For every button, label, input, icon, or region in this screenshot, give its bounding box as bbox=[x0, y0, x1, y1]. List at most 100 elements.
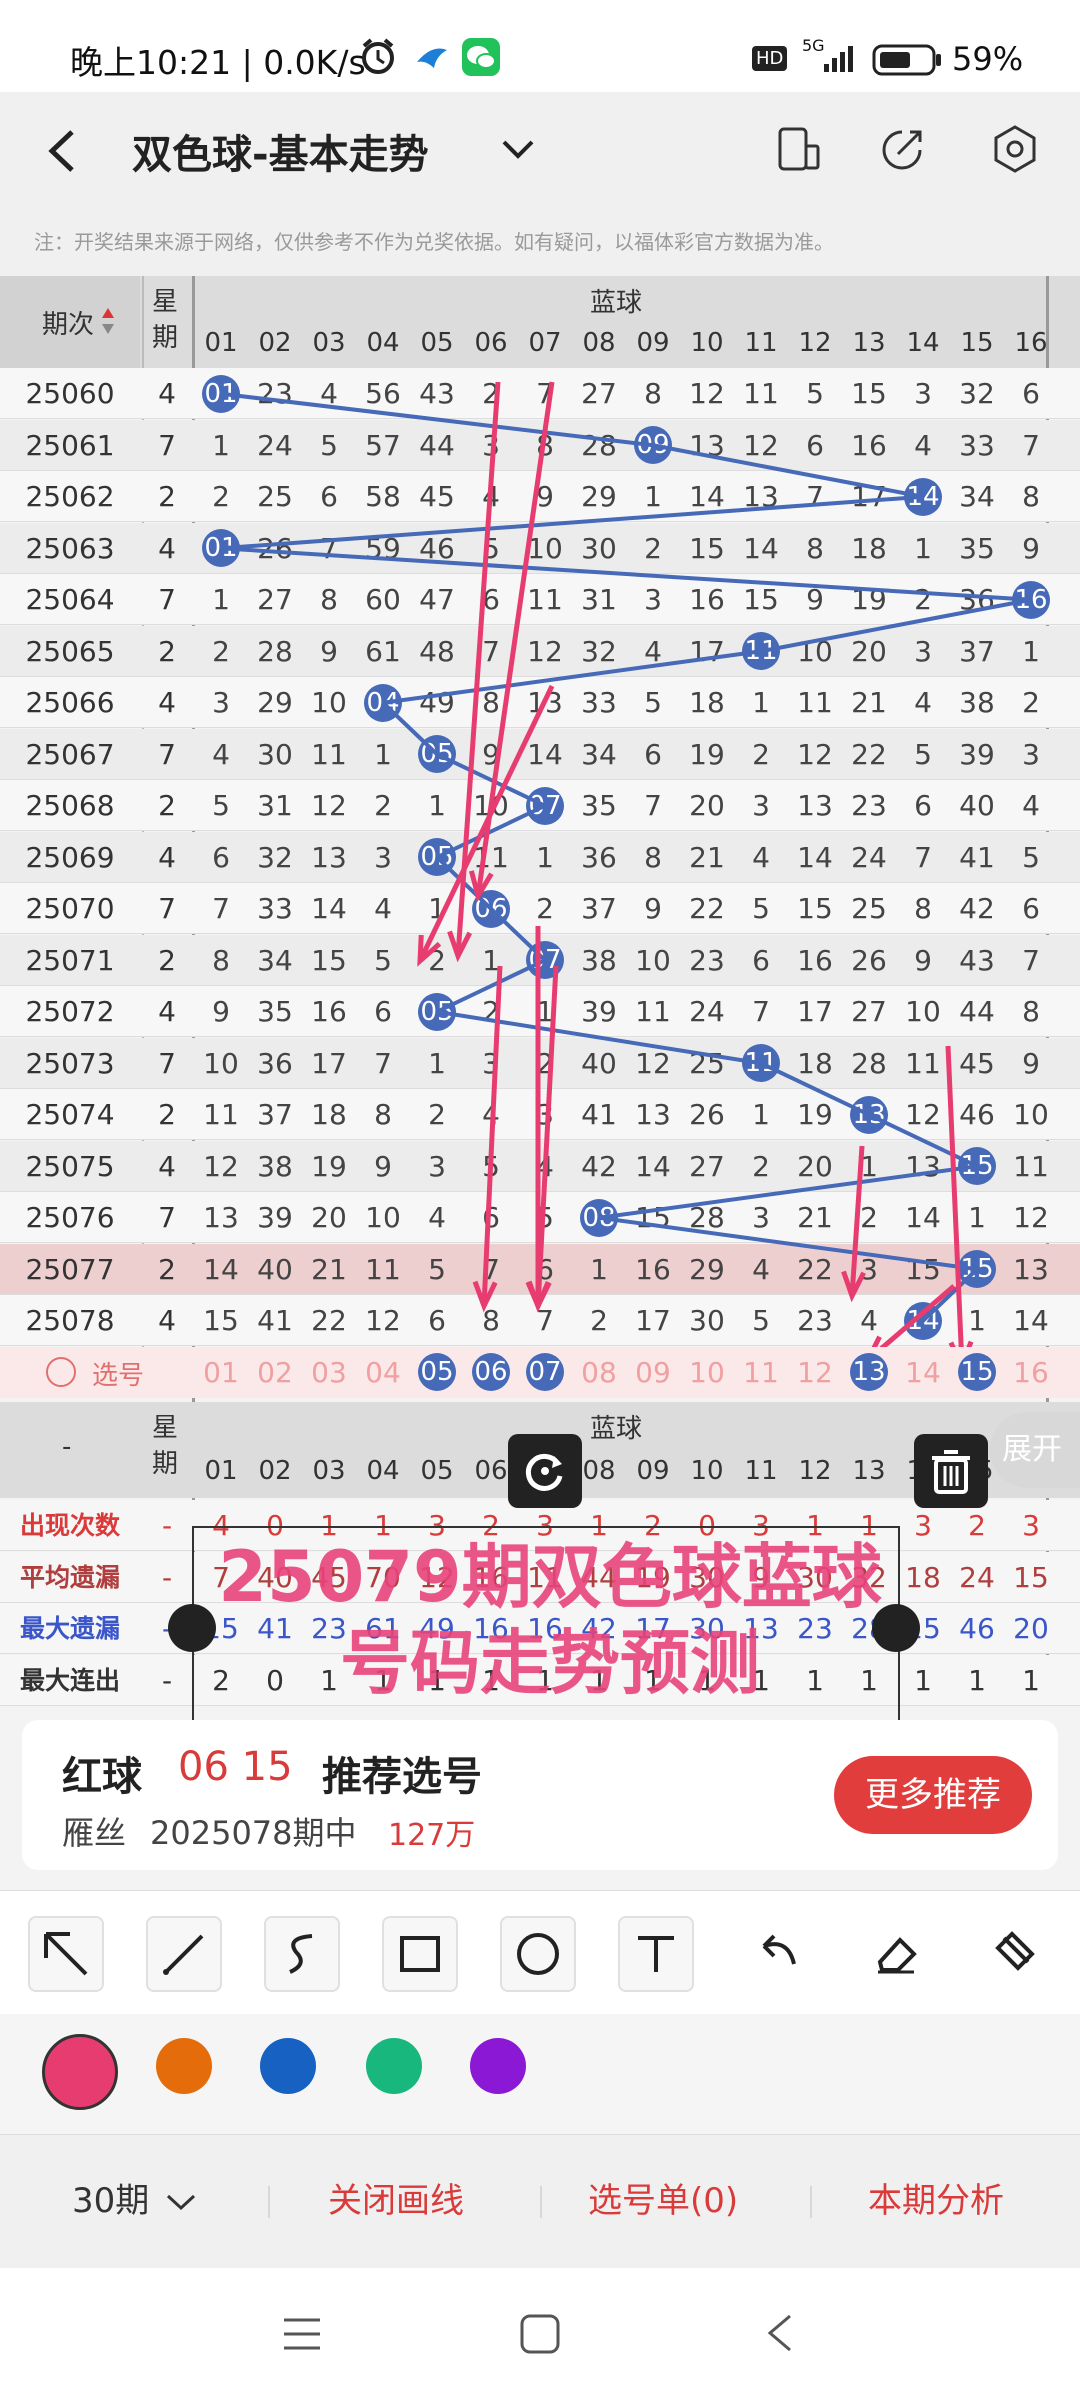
alarm-icon bbox=[362, 38, 394, 74]
circle-tool-icon bbox=[517, 1933, 559, 1975]
undo-icon[interactable] bbox=[740, 1916, 816, 1992]
share-draw-icon[interactable] bbox=[880, 126, 926, 172]
status-bar: 晚上10:21 | 0.0K/s HD 5G 59% bbox=[0, 0, 1080, 92]
week-header: 星期 bbox=[152, 1413, 179, 1479]
stats-label: 出现次数 bbox=[19, 1511, 120, 1540]
red-ball-label: 红球 bbox=[62, 1754, 142, 1800]
resize-handle-left[interactable] bbox=[168, 1604, 216, 1652]
stats-cell: 15 bbox=[1013, 1560, 1049, 1594]
bird-app-icon bbox=[417, 48, 447, 68]
text-tool[interactable] bbox=[618, 1916, 694, 1992]
header: 双色球-基本走势 bbox=[0, 92, 1080, 206]
back-nav-icon[interactable] bbox=[760, 2310, 800, 2356]
stats-label: 最大遗漏 bbox=[19, 1614, 120, 1643]
more-recommend-button[interactable]: 更多推荐 bbox=[834, 1756, 1032, 1834]
prize-amount: 127万 bbox=[388, 1818, 476, 1853]
number-column-header: 09 bbox=[636, 1456, 670, 1486]
delete-button[interactable] bbox=[914, 1434, 988, 1508]
select-label: 选号 bbox=[92, 1360, 145, 1391]
curve-tool[interactable] bbox=[264, 1916, 340, 1992]
select-number[interactable]: 03 bbox=[302, 1347, 356, 1398]
period-chevron-icon[interactable] bbox=[164, 2192, 198, 2214]
stats-cell: 3 bbox=[1022, 1509, 1040, 1542]
select-number[interactable]: 11 bbox=[734, 1347, 788, 1398]
trend-lines bbox=[220, 381, 1032, 1373]
close-drawing-button[interactable]: 关闭画线 bbox=[328, 2165, 464, 2237]
circle-tool[interactable] bbox=[500, 1916, 576, 1992]
select-number[interactable]: 09 bbox=[626, 1347, 680, 1398]
eraser-icon[interactable] bbox=[858, 1916, 934, 1992]
rectangle-tool-icon bbox=[400, 1936, 440, 1972]
select-number[interactable]: 12 bbox=[788, 1347, 842, 1398]
text-tool-icon bbox=[638, 1936, 674, 1972]
line-tool[interactable] bbox=[146, 1916, 222, 1992]
line-tool-icon bbox=[163, 1934, 204, 1975]
settings-icon[interactable] bbox=[990, 124, 1040, 174]
number-column-header: 11 bbox=[744, 1456, 778, 1486]
period-select[interactable]: 30期 bbox=[72, 2165, 149, 2237]
author-name: 雁丝 bbox=[62, 1814, 127, 1852]
page-title[interactable]: 双色球-基本走势 bbox=[132, 122, 429, 180]
select-number[interactable]: 08 bbox=[572, 1347, 626, 1398]
selected-number[interactable]: 13 bbox=[850, 1353, 888, 1392]
number-column-header: 03 bbox=[312, 1456, 346, 1486]
curve-tool-icon bbox=[289, 1934, 313, 1974]
trash-icon bbox=[932, 1450, 970, 1494]
select-number[interactable]: 10 bbox=[680, 1347, 734, 1398]
selected-number[interactable]: 05 bbox=[418, 1353, 456, 1392]
color-swatch-blue[interactable] bbox=[260, 2038, 316, 2094]
battery-percent: 59% bbox=[952, 40, 1024, 78]
disclaimer-notice: 注：开奖结果来源于网络，仅供参考不作为兑奖依据。如有疑问，以福体彩官方数据为准。 bbox=[0, 206, 1080, 278]
number-column-header: 04 bbox=[366, 1456, 400, 1486]
select-number[interactable]: 14 bbox=[896, 1347, 950, 1398]
recommend-card[interactable]: 红球 06 15 推荐选号 雁丝 2025078期中 127万 更多推荐 bbox=[22, 1720, 1058, 1870]
expand-button[interactable]: 展开 bbox=[990, 1412, 1080, 1488]
back-icon[interactable] bbox=[44, 128, 80, 174]
period-analysis-button[interactable]: 本期分析 bbox=[868, 2165, 1004, 2237]
rectangle-tool[interactable] bbox=[382, 1916, 458, 1992]
annotation-line-2: 号码走势预测 bbox=[340, 1622, 760, 1704]
rotate-button[interactable] bbox=[508, 1434, 582, 1508]
arrow-tool-icon bbox=[44, 1932, 88, 1976]
number-column-header: 10 bbox=[690, 1456, 724, 1486]
issue-hit: 2025078期中 bbox=[150, 1814, 357, 1852]
divider bbox=[810, 2186, 812, 2218]
menu-icon[interactable] bbox=[280, 2314, 324, 2354]
select-radio-icon[interactable] bbox=[46, 1356, 76, 1387]
rotate-icon bbox=[525, 1453, 563, 1491]
battery-icon bbox=[872, 44, 941, 76]
color-swatch-purple[interactable] bbox=[470, 2038, 526, 2094]
wechat-icon bbox=[462, 38, 500, 76]
selected-number[interactable]: 06 bbox=[472, 1353, 510, 1392]
chevron-down-icon[interactable] bbox=[500, 138, 536, 162]
color-swatch-pink[interactable] bbox=[42, 2034, 118, 2110]
number-column-header: 01 bbox=[204, 1456, 238, 1486]
selected-number[interactable]: 15 bbox=[958, 1353, 996, 1392]
stats-label: 最大连出 bbox=[19, 1665, 120, 1695]
select-number[interactable]: 01 bbox=[194, 1347, 248, 1398]
stats-label: 平均遗漏 bbox=[19, 1562, 120, 1592]
select-number[interactable]: 02 bbox=[248, 1347, 302, 1398]
resize-handle-right[interactable] bbox=[872, 1604, 920, 1652]
divider bbox=[540, 2186, 542, 2218]
home-icon[interactable] bbox=[518, 2312, 562, 2356]
stats-dash: - bbox=[62, 1432, 72, 1462]
divider bbox=[268, 2186, 270, 2218]
red-ball-numbers: 06 15 bbox=[178, 1744, 293, 1790]
pick-list-button[interactable]: 选号单(0) bbox=[588, 2165, 738, 2237]
annotation-text[interactable]: 25079期双色球蓝球 号码走势预测 bbox=[140, 1534, 960, 1706]
clear-brush-icon[interactable] bbox=[976, 1916, 1052, 1992]
arrow-tool[interactable] bbox=[28, 1916, 104, 1992]
annotation-line-1: 25079期双色球蓝球 bbox=[218, 1536, 882, 1618]
number-column-header: 12 bbox=[798, 1456, 832, 1486]
selected-number[interactable]: 07 bbox=[526, 1353, 564, 1392]
recommend-tag: 推荐选号 bbox=[322, 1754, 482, 1800]
number-column-header: 02 bbox=[258, 1456, 292, 1486]
color-swatch-green[interactable] bbox=[366, 2038, 422, 2094]
select-number[interactable]: 04 bbox=[356, 1347, 410, 1398]
number-column-header: 13 bbox=[852, 1456, 886, 1486]
select-number[interactable]: 16 bbox=[1004, 1347, 1058, 1398]
status-time: 晚上10:21 | 0.0K/s bbox=[70, 43, 366, 82]
phone-layout-icon[interactable] bbox=[776, 126, 822, 172]
color-swatch-orange[interactable] bbox=[156, 2038, 212, 2094]
